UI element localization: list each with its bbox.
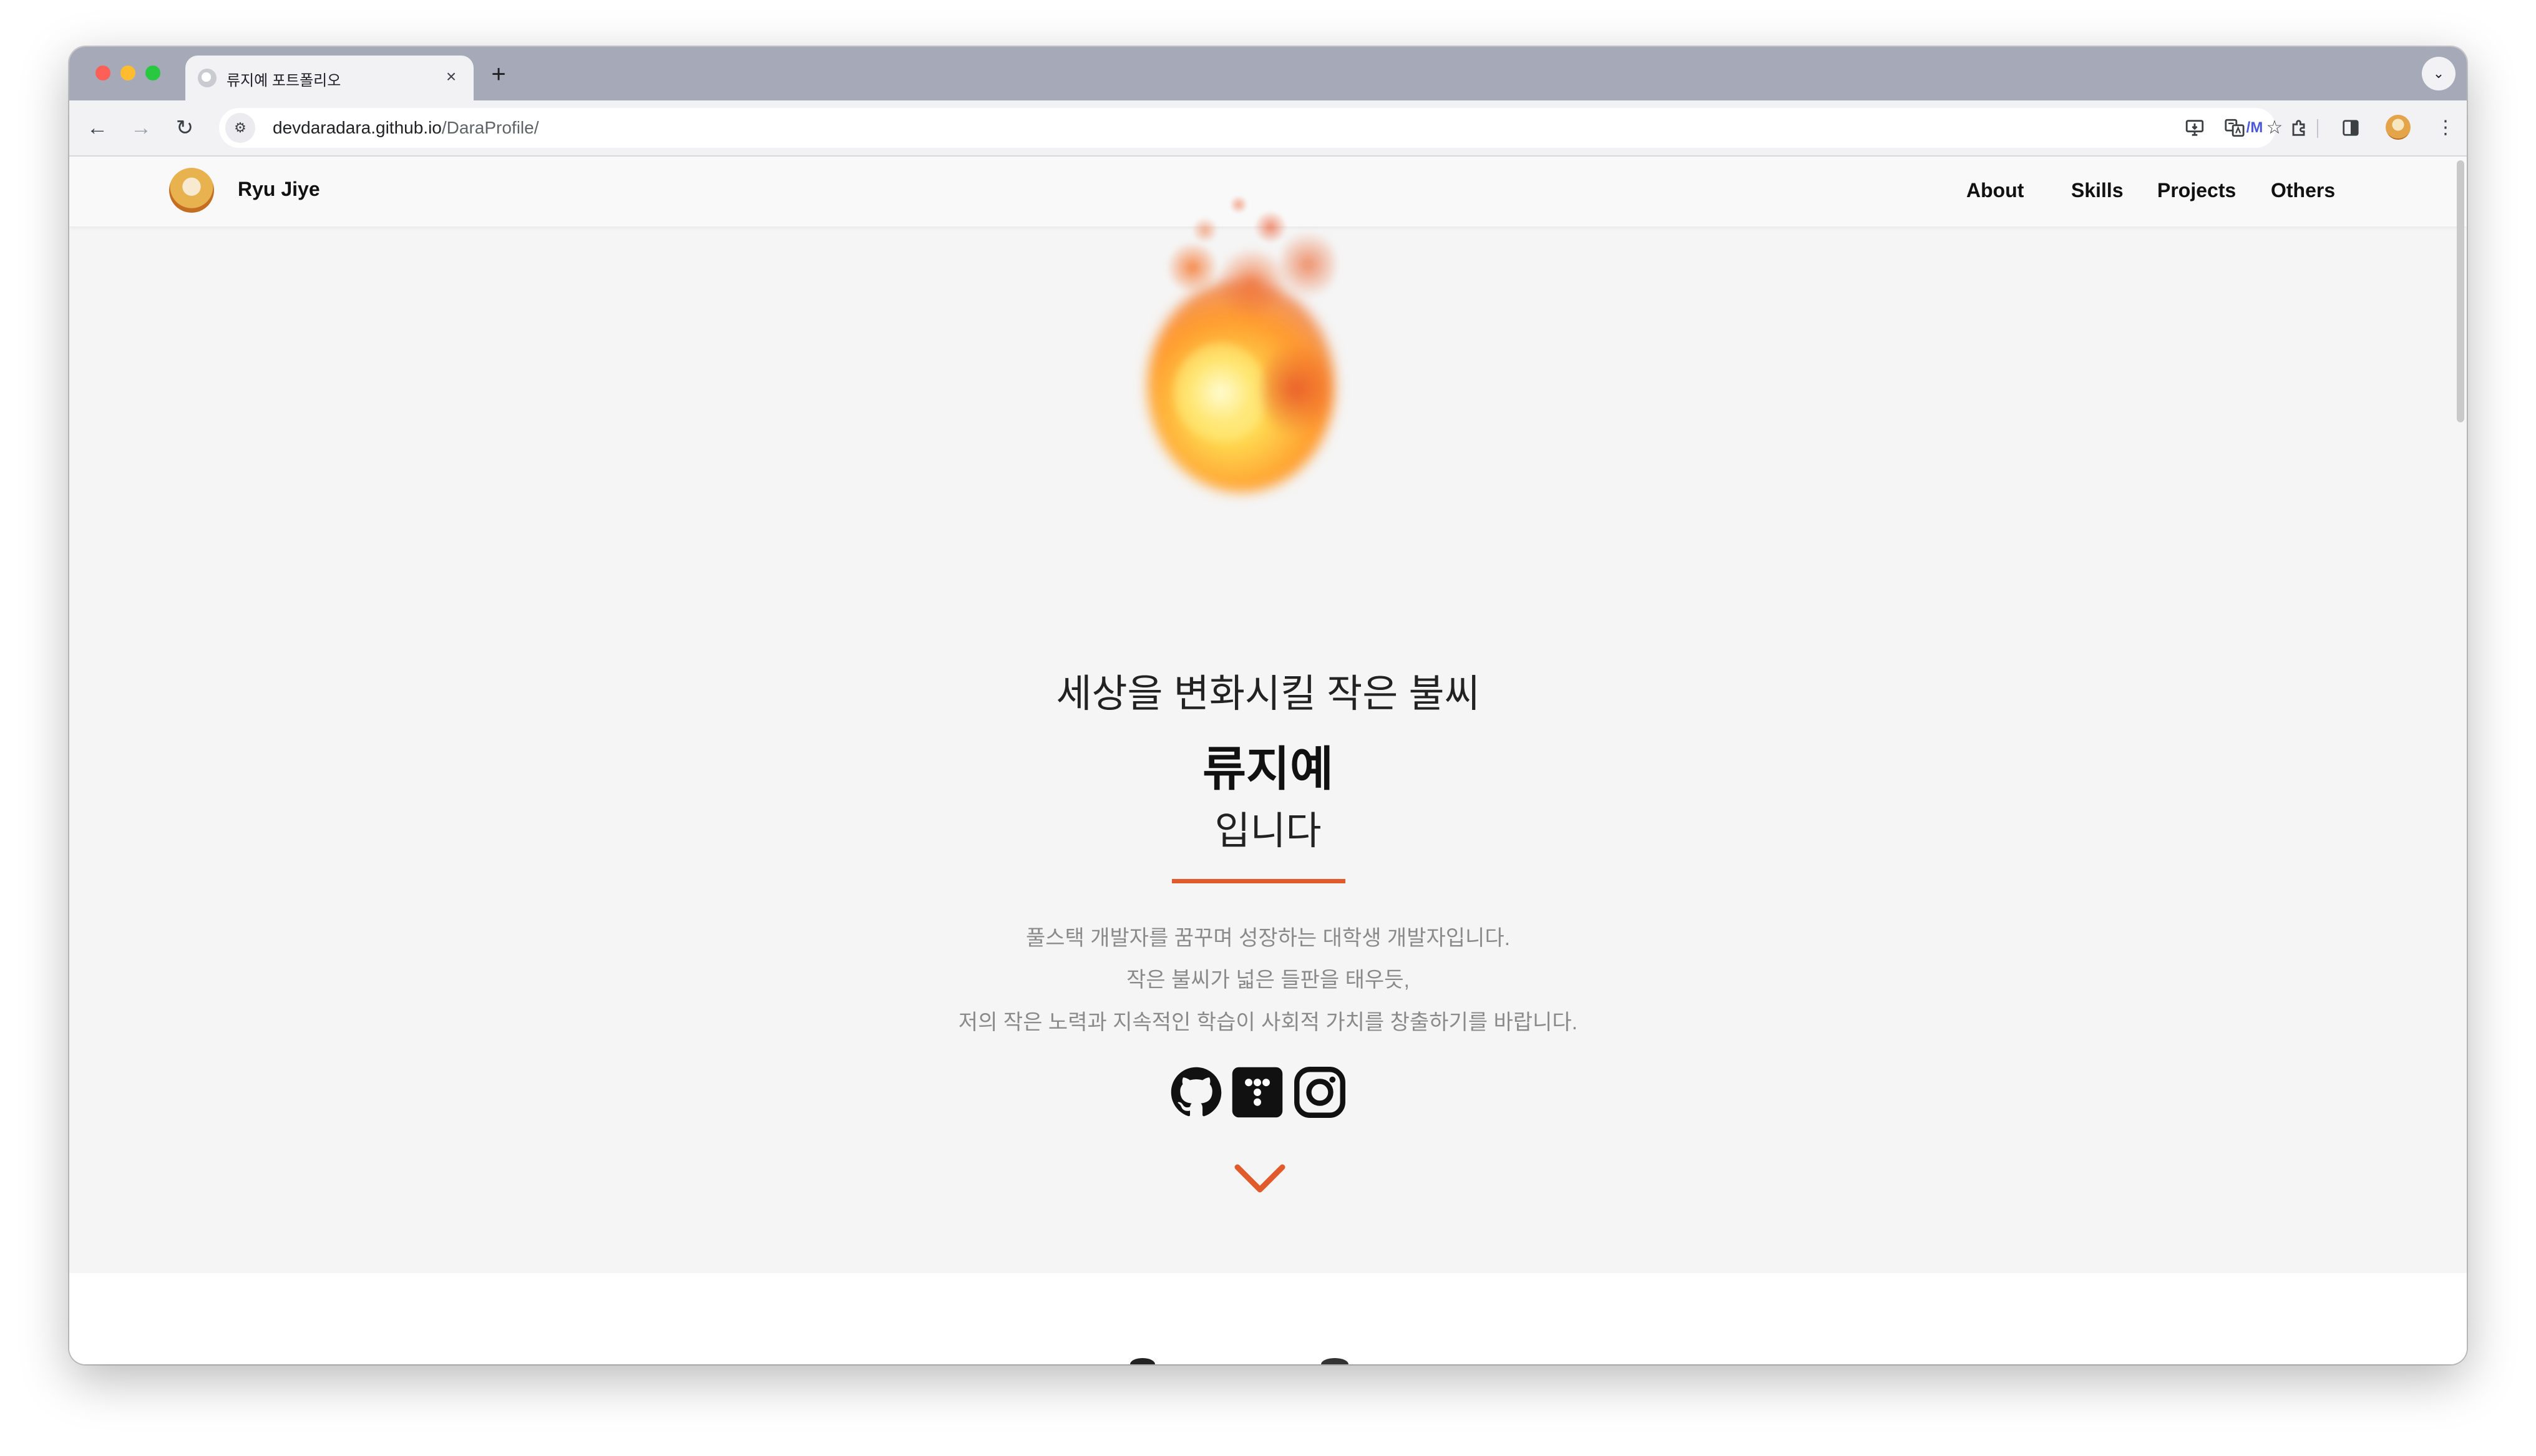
nav-others[interactable]: Others xyxy=(2271,179,2335,202)
site-name[interactable]: Ryu Jiye xyxy=(238,178,320,201)
tab-strip: 류지예 포트폴리오 × + ⌄ xyxy=(69,47,2467,100)
tab-search-button[interactable]: ⌄ xyxy=(2422,57,2456,90)
url-path: /DaraProfile/ xyxy=(441,118,539,137)
new-tab-button[interactable]: + xyxy=(485,61,512,88)
install-app-icon[interactable] xyxy=(2180,113,2210,143)
web-page: Ryu Jiye About Skills Projects Others 세상… xyxy=(69,157,2467,1364)
next-section xyxy=(69,1273,2467,1364)
site-info-icon[interactable]: ⚙ xyxy=(225,113,255,143)
url-text[interactable]: devdaradara.github.io/DaraProfile/ xyxy=(273,118,539,138)
side-panel-icon[interactable] xyxy=(2336,113,2366,143)
intro-line-2: 작은 불씨가 넓은 들판을 태우듯, xyxy=(1126,968,1410,992)
chrome-menu-icon[interactable]: ⋮ xyxy=(2431,113,2460,143)
back-button[interactable]: ← xyxy=(82,112,113,143)
window-close-button[interactable] xyxy=(95,66,110,80)
github-icon[interactable] xyxy=(1170,1066,1222,1119)
hero-underline xyxy=(1172,879,1345,883)
browser-window: 류지예 포트폴리오 × + ⌄ ← → ↻ ⚙ devdaradara.gith… xyxy=(69,47,2467,1364)
tab-title: 류지예 포트폴리오 xyxy=(227,72,341,89)
nav-projects[interactable]: Projects xyxy=(2157,179,2236,202)
tistory-icon[interactable] xyxy=(1231,1066,1284,1119)
extensions-puzzle-icon[interactable] xyxy=(2285,113,2314,143)
browser-tab[interactable]: 류지예 포트폴리오 × xyxy=(185,56,474,100)
scrollbar-thumb[interactable] xyxy=(2457,160,2464,422)
reload-button[interactable]: ↻ xyxy=(169,112,200,143)
forward-button[interactable]: → xyxy=(125,112,157,143)
window-maximize-button[interactable] xyxy=(145,66,160,80)
logo-avatar[interactable] xyxy=(169,168,214,213)
nav-skills[interactable]: Skills xyxy=(2071,179,2124,202)
address-bar[interactable]: ⚙ devdaradara.github.io/DaraProfile/ ☆ xyxy=(219,108,2283,148)
flame-illustration xyxy=(1130,193,1355,517)
tab-close-button[interactable]: × xyxy=(440,66,462,88)
scroll-down-chevron-icon[interactable] xyxy=(1234,1162,1286,1197)
toolbar-divider xyxy=(2317,119,2318,138)
profile-avatar[interactable] xyxy=(2386,115,2411,140)
hero-line-3: 입니다 xyxy=(1214,810,1322,853)
extension-icon[interactable]: /M xyxy=(2240,113,2270,143)
url-host: devdaradara.github.io xyxy=(273,118,442,137)
hero-line-1: 세상을 변화시킬 작은 불씨 xyxy=(1056,672,1480,716)
instagram-icon[interactable] xyxy=(1294,1066,1346,1119)
intro-line-3: 저의 작은 노력과 지속적인 학습이 사회적 가치를 창출하기를 바랍니다. xyxy=(958,1011,1578,1034)
nav-about[interactable]: About xyxy=(1966,179,2024,202)
intro-line-1: 풀스택 개발자를 꿈꾸며 성장하는 대학생 개발자입니다. xyxy=(1025,926,1511,950)
window-minimize-button[interactable] xyxy=(120,66,135,80)
browser-toolbar: ← → ↻ ⚙ devdaradara.github.io/DaraProfil… xyxy=(69,100,2467,157)
favicon-icon xyxy=(198,69,217,87)
hero-name: 류지예 xyxy=(1202,743,1334,796)
